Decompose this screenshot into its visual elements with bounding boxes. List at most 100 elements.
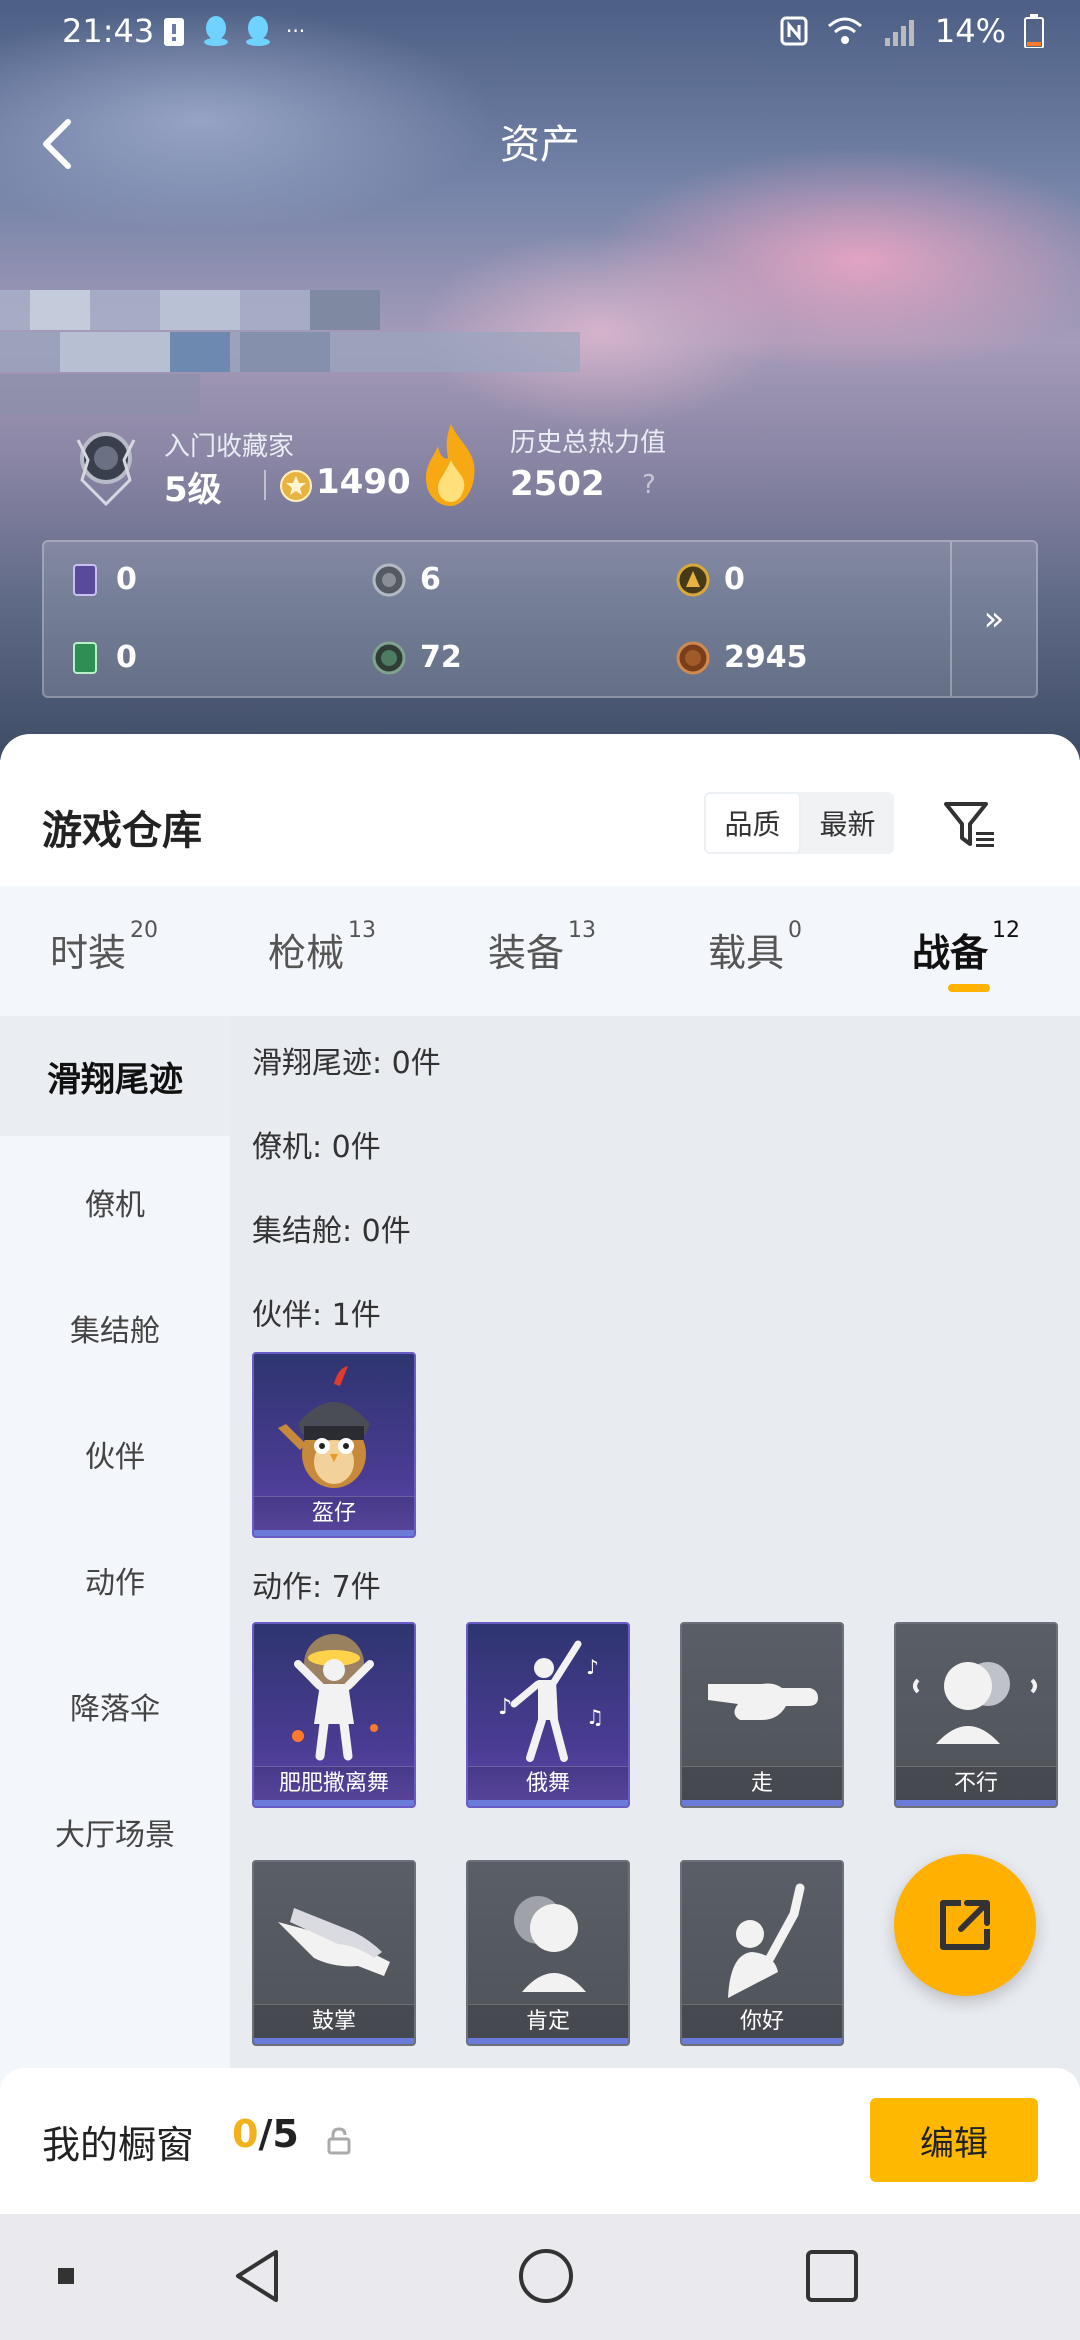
page-title: 资产: [500, 122, 580, 168]
nav-menu-icon[interactable]: [56, 2266, 76, 2286]
currency-value: 2945: [724, 640, 808, 675]
rank-emblem-icon: [76, 432, 136, 507]
signal-icon: [884, 20, 914, 46]
item-card[interactable]: 肯定: [466, 1860, 630, 2046]
sort-quality-button[interactable]: 品质: [704, 792, 801, 854]
active-tab-indicator: [948, 984, 990, 992]
group-label-wingman: 僚机: 0件: [252, 1130, 381, 1165]
warehouse-header: 游戏仓库 品质 最新: [0, 734, 1080, 886]
nav-recents-icon[interactable]: [804, 2246, 860, 2306]
status-notifications: ···: [160, 14, 305, 48]
heat-value-block[interactable]: 历史总热力值 2502 ?: [416, 420, 736, 520]
battery-percent: 14%: [934, 12, 1006, 50]
showcase-used: 0: [232, 2112, 259, 2156]
tab-count: 12: [992, 918, 1021, 943]
rank-points: 1490: [316, 462, 411, 502]
silver-coin-icon: [372, 563, 406, 596]
tab-combat-gear[interactable]: 战备12: [912, 918, 1020, 977]
sidebar-item-glide-trail[interactable]: 滑翔尾迹: [0, 1016, 230, 1136]
rarity-bar: [468, 1800, 628, 1806]
tab-equipment[interactable]: 装备13: [488, 918, 596, 977]
warehouse-title: 游戏仓库: [42, 808, 202, 854]
currency-value: 72: [420, 640, 462, 675]
item-card[interactable]: 肥肥撒离舞: [252, 1622, 416, 1808]
sort-toggle: 品质 最新: [704, 792, 894, 854]
item-card[interactable]: 鼓掌: [252, 1860, 416, 2046]
edit-button[interactable]: 编辑: [870, 2098, 1038, 2182]
warehouse-sheet: 游戏仓库 品质 最新 时装20 枪械13 装备13 载具0 战备12 滑翔尾迹 …: [0, 734, 1080, 2214]
bronze-coin-icon: [676, 641, 710, 674]
currency-item: 72: [372, 640, 462, 675]
item-name: 肯定: [468, 2004, 628, 2038]
currency-item: 0: [676, 562, 745, 597]
item-card[interactable]: 走: [680, 1622, 844, 1808]
sidebar-item-parachute[interactable]: 降落伞: [0, 1646, 230, 1766]
system-nav-bar: [0, 2214, 1080, 2340]
tab-vehicles[interactable]: 载具0: [708, 918, 802, 977]
currency-value: 0: [116, 562, 137, 597]
waving-person-icon: [728, 1883, 805, 1998]
blurred-user-name: [0, 280, 600, 414]
owl-helmet-icon: [278, 1366, 370, 1488]
item-card[interactable]: ♪ ♪ ♫ 俄舞: [466, 1622, 630, 1808]
clapping-hands-icon: [278, 1908, 390, 1976]
tab-count: 13: [348, 918, 377, 943]
tab-label: 时装: [50, 931, 127, 975]
sidebar-item-partner[interactable]: 伙伴: [0, 1394, 230, 1514]
rank-level: 5级: [164, 470, 222, 510]
group-label-trail: 滑翔尾迹: 0件: [252, 1046, 441, 1081]
item-name: 你好: [682, 2004, 842, 2038]
lock-icon[interactable]: [326, 2126, 352, 2156]
item-card[interactable]: 不行: [894, 1622, 1058, 1808]
rank-title: 入门收藏家: [164, 432, 295, 462]
collector-rank[interactable]: 入门收藏家 5级 1490: [66, 420, 426, 520]
item-card[interactable]: 你好: [680, 1860, 844, 2046]
tab-count: 0: [788, 918, 803, 943]
heat-title: 历史总热力值: [510, 428, 667, 458]
share-button[interactable]: [894, 1854, 1036, 1996]
green-card-icon: [73, 641, 97, 674]
tab-label: 装备: [488, 931, 565, 975]
tab-count: 20: [130, 918, 159, 943]
item-name: 走: [682, 1766, 842, 1800]
nav-back-icon[interactable]: [230, 2246, 286, 2306]
currency-panel: 0 6 0 0 72 2945 »: [42, 540, 1038, 698]
filter-icon[interactable]: [940, 796, 1000, 856]
divider: [264, 470, 266, 500]
sort-newest-button[interactable]: 最新: [801, 792, 894, 854]
group-label-partner: 伙伴: 1件: [252, 1298, 381, 1333]
showcase-total: 5: [272, 2112, 299, 2156]
item-card[interactable]: 盔仔: [252, 1352, 416, 1538]
nav-home-icon[interactable]: [516, 2246, 576, 2306]
tab-label: 载具: [708, 931, 785, 975]
qq-icon: [246, 16, 270, 46]
flame-icon: [426, 424, 475, 506]
sidebar-item-pod[interactable]: 集结舱: [0, 1268, 230, 1388]
medal-icon: [280, 470, 312, 502]
sidebar-item-wingman[interactable]: 僚机: [0, 1142, 230, 1262]
currency-value: 0: [724, 562, 745, 597]
currency-item: 0: [68, 640, 137, 675]
head-shake-icon: [913, 1662, 1037, 1744]
item-name: 肥肥撒离舞: [254, 1766, 414, 1800]
currency-item: 0: [68, 562, 137, 597]
subcategory-sidebar: 滑翔尾迹 僚机 集结舱 伙伴 动作 降落伞 大厅场景: [0, 1016, 230, 2214]
rarity-bar: [254, 2038, 414, 2044]
tab-fashion[interactable]: 时装20: [50, 918, 158, 977]
tab-guns[interactable]: 枪械13: [268, 918, 376, 977]
item-name: 盔仔: [254, 1496, 414, 1530]
battery-saver-icon: [164, 18, 184, 46]
nfc-icon: [780, 16, 808, 46]
heat-value: 2502: [510, 464, 605, 504]
sidebar-item-action[interactable]: 动作: [0, 1520, 230, 1640]
tab-count: 13: [568, 918, 597, 943]
currency-more-button[interactable]: »: [950, 542, 1036, 696]
rarity-bar: [254, 1800, 414, 1806]
tab-label: 战备: [912, 931, 989, 975]
status-bar: 21:43 ··· 14%: [0, 0, 1080, 66]
dance-figure-icon: [292, 1634, 378, 1761]
item-name: 鼓掌: [254, 2004, 414, 2038]
help-icon[interactable]: ?: [642, 470, 656, 500]
sidebar-item-lobby-scene[interactable]: 大厅场景: [0, 1772, 230, 1892]
currency-value: 6: [420, 562, 441, 597]
